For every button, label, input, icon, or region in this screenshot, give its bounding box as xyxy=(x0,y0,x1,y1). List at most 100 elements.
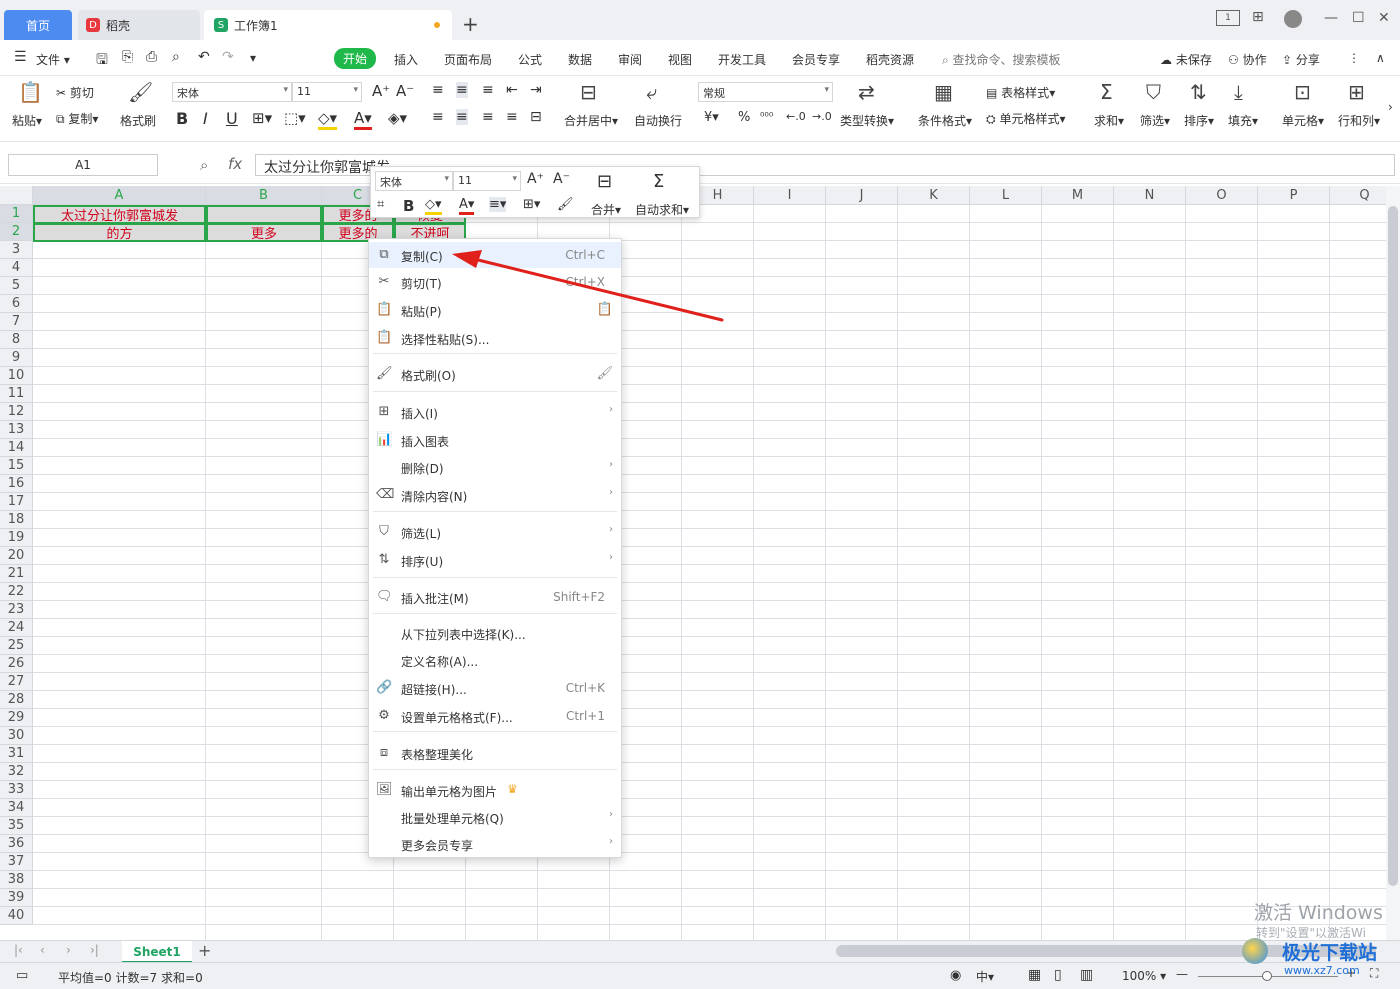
tab-home[interactable]: 首页 xyxy=(4,10,72,40)
row-header[interactable]: 4 xyxy=(0,259,33,277)
new-tab-button[interactable]: + xyxy=(462,12,479,36)
fill-icon[interactable]: ⤓ xyxy=(1234,80,1243,104)
column-header[interactable]: P xyxy=(1258,186,1330,205)
auto-wrap-button[interactable]: 自动换行 xyxy=(634,112,682,129)
filter-button[interactable]: 筛选▾ xyxy=(1140,112,1170,129)
row-header[interactable]: 29 xyxy=(0,709,33,727)
tab-workbook[interactable]: S 工作簿1 xyxy=(204,10,452,40)
menu-item-format-cells[interactable]: ⚙ 设置单元格格式(F)... Ctrl+1 xyxy=(369,703,621,729)
row-header[interactable]: 37 xyxy=(0,853,33,871)
mini-border-icon[interactable]: ⊞▾ xyxy=(523,197,540,212)
column-header[interactable]: I xyxy=(754,186,826,205)
row-header[interactable]: 16 xyxy=(0,475,33,493)
fx-icon[interactable]: fx xyxy=(228,155,242,173)
prev-sheet-icon[interactable]: ‹ xyxy=(40,943,45,957)
eye-protect-icon[interactable]: ◉ xyxy=(950,968,961,983)
row-header[interactable]: 7 xyxy=(0,313,33,331)
copy-button[interactable]: ⧉ 复制▾ xyxy=(56,110,98,127)
row-header[interactable]: 40 xyxy=(0,907,33,925)
percent-button[interactable]: % xyxy=(738,110,750,125)
select-all-corner[interactable] xyxy=(0,186,33,205)
menu-item-more-member[interactable]: 更多会员专享 › xyxy=(369,831,621,857)
row-header[interactable]: 32 xyxy=(0,763,33,781)
cell-button[interactable]: 单元格▾ xyxy=(1282,112,1324,129)
mini-merge-icon[interactable]: ⊟ xyxy=(597,171,612,192)
menu-item-export-image[interactable]: 🖼 输出单元格为图片 ♛ xyxy=(369,777,621,803)
column-header[interactable]: J xyxy=(826,186,898,205)
tab-formula[interactable]: 公式 xyxy=(518,51,542,68)
print-preview-icon[interactable]: ⌕ xyxy=(172,49,180,65)
tab-developer[interactable]: 开发工具 xyxy=(718,51,766,68)
conditional-format-button[interactable]: 条件格式▾ xyxy=(918,112,972,129)
indent-increase-icon[interactable]: ⇥ xyxy=(530,82,542,98)
tab-start[interactable]: 开始 xyxy=(334,48,377,69)
row-header[interactable]: 3 xyxy=(0,241,33,259)
row-header[interactable]: 31 xyxy=(0,745,33,763)
paste-button[interactable]: 粘贴▾ xyxy=(12,112,42,129)
tab-docer[interactable]: D 稻壳 xyxy=(78,10,200,40)
filter-icon[interactable]: ⛉ xyxy=(1146,80,1161,104)
apps-grid-icon[interactable]: ⊞ xyxy=(1252,9,1264,25)
sum-button[interactable]: 求和▾ xyxy=(1094,112,1124,129)
column-header[interactable]: K xyxy=(898,186,970,205)
menu-item-insert-chart[interactable]: 📊 插入图表 xyxy=(369,427,621,453)
row-header[interactable]: 28 xyxy=(0,691,33,709)
vertical-scroll-thumb[interactable] xyxy=(1388,206,1398,886)
cell-style-icon[interactable]: ⬚▾ xyxy=(284,109,306,127)
bold-icon[interactable]: B xyxy=(176,109,188,128)
conditional-format-icon[interactable]: ▦ xyxy=(934,80,953,104)
layout-icon[interactable]: 1 xyxy=(1216,10,1240,26)
auto-wrap-icon[interactable]: ⤶ xyxy=(646,80,657,104)
underline-icon[interactable]: U xyxy=(226,109,238,128)
share-button[interactable]: ⇪ 分享 xyxy=(1282,51,1320,68)
row-col-icon[interactable]: ⊞ xyxy=(1348,80,1365,104)
align-center-icon[interactable]: ≡ xyxy=(456,109,468,125)
clear-icon[interactable]: ◈▾ xyxy=(388,109,407,127)
number-format-select[interactable]: 常规 xyxy=(698,82,833,102)
row-header[interactable]: 13 xyxy=(0,421,33,439)
add-sheet-button[interactable]: + xyxy=(198,941,211,960)
tab-data[interactable]: 数据 xyxy=(568,51,592,68)
input-method-icon[interactable]: 中▾ xyxy=(976,968,994,985)
row-header[interactable]: 21 xyxy=(0,565,33,583)
collapse-ribbon-icon[interactable]: ∧ xyxy=(1376,51,1385,65)
save-icon[interactable]: 🖫 xyxy=(96,49,108,73)
hamburger-icon[interactable]: ☰ xyxy=(14,49,27,65)
page-break-view-icon[interactable]: ▥ xyxy=(1080,967,1093,983)
more-options-icon[interactable]: ⋮ xyxy=(1348,51,1360,65)
sheet-tab-sheet1[interactable]: Sheet1 xyxy=(122,941,192,963)
next-sheet-icon[interactable]: › xyxy=(66,943,71,957)
row-header[interactable]: 35 xyxy=(0,817,33,835)
merge-center-icon[interactable]: ⊟ xyxy=(580,80,597,104)
menu-item-filter[interactable]: ⛉ 筛选(L) › xyxy=(369,519,621,545)
normal-view-icon[interactable]: ▦ xyxy=(1028,967,1041,983)
row-header[interactable]: 14 xyxy=(0,439,33,457)
sort-button[interactable]: 排序▾ xyxy=(1184,112,1214,129)
cut-button[interactable]: ✂ 剪切 xyxy=(56,84,94,101)
align-right-icon[interactable]: ≡ xyxy=(482,109,494,125)
column-header[interactable]: N xyxy=(1114,186,1186,205)
row-header[interactable]: 25 xyxy=(0,637,33,655)
format-painter-quick-icon[interactable]: 🖌 xyxy=(596,366,613,381)
indent-decrease-icon[interactable]: ⇤ xyxy=(506,82,518,98)
fullscreen-icon[interactable]: ⛶ xyxy=(1370,966,1378,981)
undo-icon[interactable]: ↶ xyxy=(198,49,210,65)
thousands-icon[interactable]: ⁰⁰⁰ xyxy=(760,110,773,123)
table-style-button[interactable]: ▤ 表格样式▾ xyxy=(986,84,1055,101)
mini-font-color-icon[interactable]: A▾ xyxy=(459,197,475,215)
row-header[interactable]: 17 xyxy=(0,493,33,511)
column-header[interactable]: M xyxy=(1042,186,1114,205)
column-header[interactable]: O xyxy=(1186,186,1258,205)
mini-autosum-icon[interactable]: Σ xyxy=(653,171,664,192)
mini-bold-icon[interactable]: B xyxy=(403,197,414,215)
mini-decrease-font-icon[interactable]: A⁻ xyxy=(553,171,570,187)
menu-file[interactable]: 文件 ▾ xyxy=(36,51,70,68)
cell-icon[interactable]: ⊡ xyxy=(1294,80,1311,104)
type-convert-button[interactable]: 类型转换▾ xyxy=(840,112,894,129)
zoom-slider-handle[interactable] xyxy=(1262,971,1272,981)
tab-view[interactable]: 视图 xyxy=(668,51,692,68)
last-sheet-icon[interactable]: ›| xyxy=(90,943,99,957)
align-bottom-icon[interactable]: ≡ xyxy=(482,82,494,98)
row-header[interactable]: 38 xyxy=(0,871,33,889)
menu-item-hyperlink[interactable]: 🔗 超链接(H)... Ctrl+K xyxy=(369,675,621,701)
